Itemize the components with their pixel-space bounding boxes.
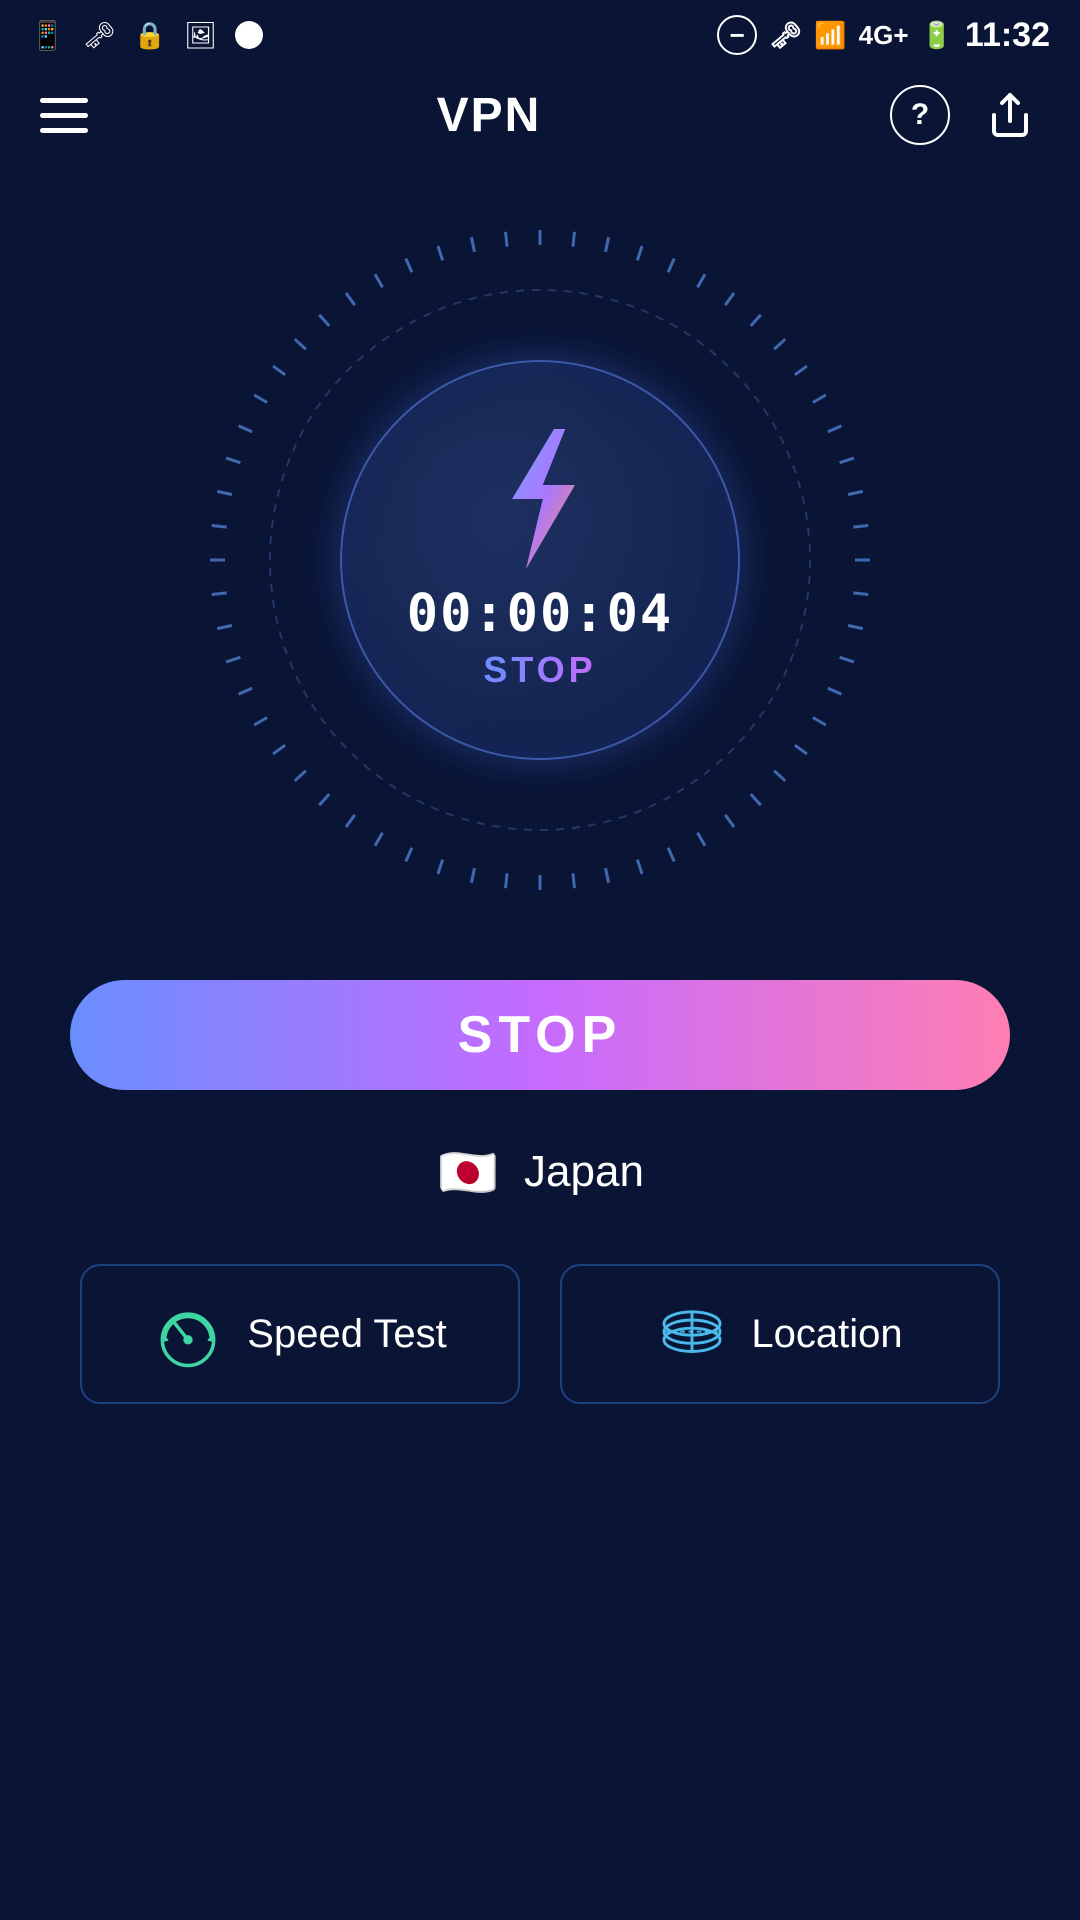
connection-timer: 00:00:04 (407, 584, 673, 644)
bottom-buttons: Speed Test Location (80, 1264, 1000, 1404)
speedometer-icon (153, 1299, 223, 1369)
country-name: Japan (524, 1147, 644, 1197)
help-button[interactable]: ? (890, 85, 950, 145)
lock-icon: 🔒 (134, 20, 166, 51)
key-icon: 🗝 (83, 20, 116, 51)
main-content: 00:00:04 STOP STOP 🇯🇵 Japan Speed Test (0, 160, 1080, 1404)
stop-button[interactable]: STOP (70, 980, 1010, 1090)
share-icon (986, 91, 1034, 139)
hamburger-menu[interactable] (40, 98, 88, 133)
speed-test-button[interactable]: Speed Test (80, 1264, 520, 1404)
status-bar-right: − 🗝 📶 4G+ 🔋 11:32 (717, 15, 1050, 55)
key2-icon: 🗝 (769, 20, 802, 51)
share-button[interactable] (980, 85, 1040, 145)
phone-icon: 📱 (30, 19, 65, 52)
status-bar-left: 📱 🗝 🔒 🖼 (30, 19, 263, 52)
page-title: VPN (437, 88, 542, 143)
header-icons: ? (890, 85, 1040, 145)
location-button[interactable]: Location (560, 1264, 1000, 1404)
help-icon: ? (911, 98, 929, 132)
country-flag: 🇯🇵 (436, 1140, 500, 1204)
ring-container[interactable]: 00:00:04 STOP (200, 220, 880, 900)
lightning-icon (480, 429, 600, 569)
minus-icon: − (717, 15, 757, 55)
stop-label-in-circle: STOP (483, 649, 596, 691)
image-icon: 🖼 (184, 20, 217, 51)
status-bar: 📱 🗝 🔒 🖼 − 🗝 📶 4G+ 🔋 11:32 (0, 0, 1080, 70)
battery-icon: 🔋 (921, 20, 953, 51)
signal-bars: 📶 (814, 20, 846, 51)
signal-label: 4G+ (859, 20, 909, 51)
clock: 11:32 (965, 16, 1050, 55)
vpn-connect-button[interactable]: 00:00:04 STOP (340, 360, 740, 760)
header: VPN ? (0, 70, 1080, 160)
country-indicator: 🇯🇵 Japan (436, 1140, 644, 1204)
location-label: Location (751, 1312, 902, 1357)
record-icon (235, 21, 263, 49)
location-icon (657, 1299, 727, 1369)
speed-test-label: Speed Test (247, 1312, 446, 1357)
